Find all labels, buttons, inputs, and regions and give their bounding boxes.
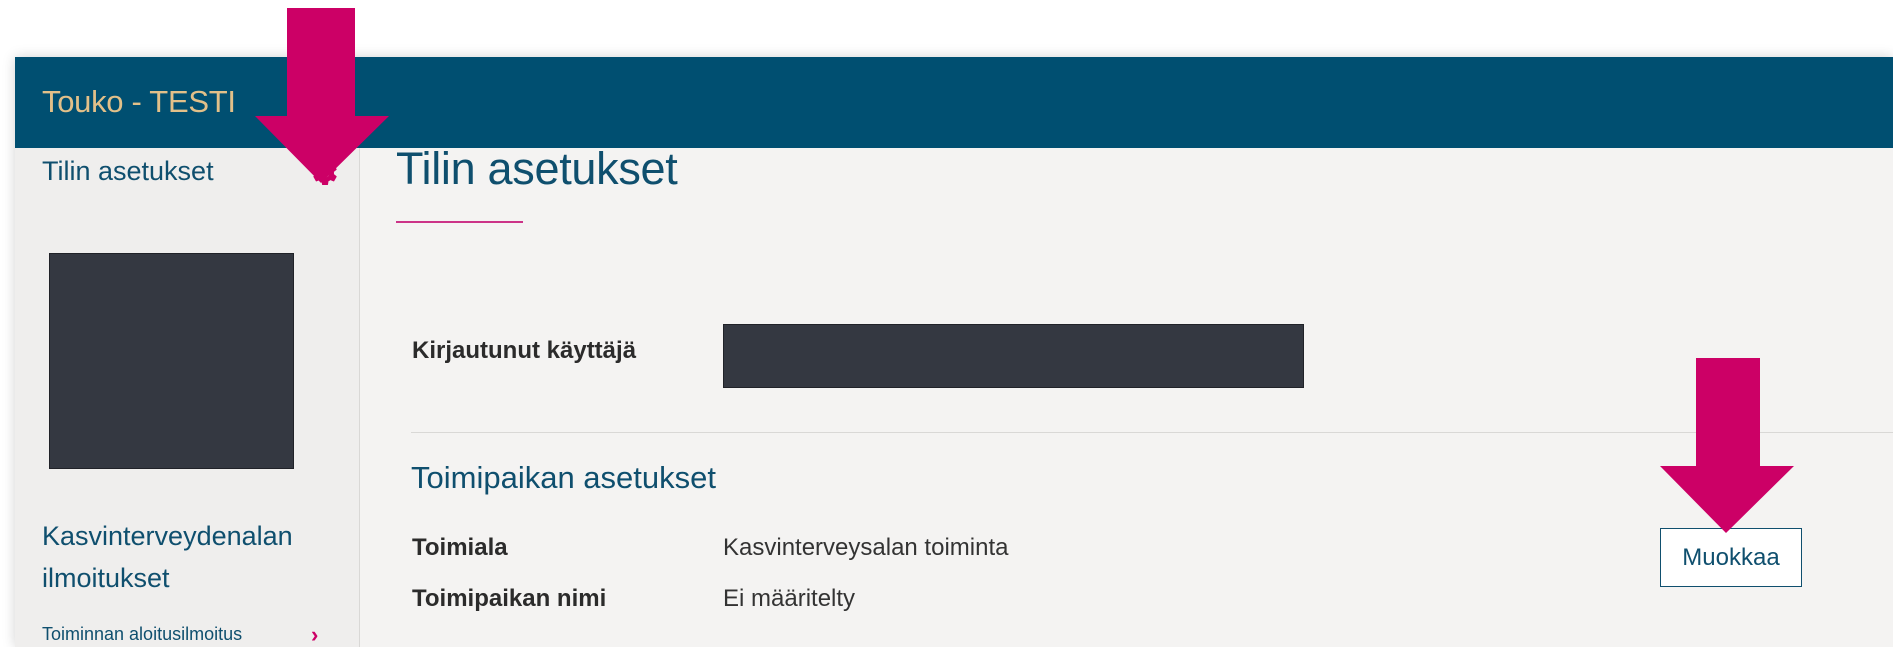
site-name-label: Toimipaikan nimi: [412, 585, 607, 612]
sidebar-section-heading: Kasvinterveydenalan ilmoitukset: [42, 521, 293, 593]
industry-value: Kasvinterveysalan toiminta: [723, 534, 1009, 561]
section-title: Toimipaikan asetukset: [411, 460, 716, 495]
edit-button[interactable]: Muokkaa: [1660, 528, 1802, 587]
sidebar-account-settings-link[interactable]: Tilin asetukset: [42, 156, 214, 187]
sidebar-item-start-notification[interactable]: Toiminnan aloitusilmoitus: [42, 624, 242, 645]
logged-in-user-label: Kirjautunut käyttäjä: [412, 337, 637, 364]
page-title: Tilin asetukset: [396, 143, 678, 194]
annotation-arrow-settings: [255, 8, 389, 183]
industry-label: Toimiala: [412, 534, 508, 561]
app-title[interactable]: Touko - TESTI: [42, 84, 236, 120]
site-name-value: Ei määritelty: [723, 585, 856, 612]
sidebar: Tilin asetukset Kasvinterveydenalan ilmo…: [15, 148, 360, 647]
annotation-arrow-edit: [1660, 358, 1794, 533]
redacted-username: [723, 324, 1304, 388]
title-underline: [396, 221, 523, 223]
chevron-right-icon: ›: [311, 622, 319, 647]
redacted-user-info: [49, 253, 294, 469]
